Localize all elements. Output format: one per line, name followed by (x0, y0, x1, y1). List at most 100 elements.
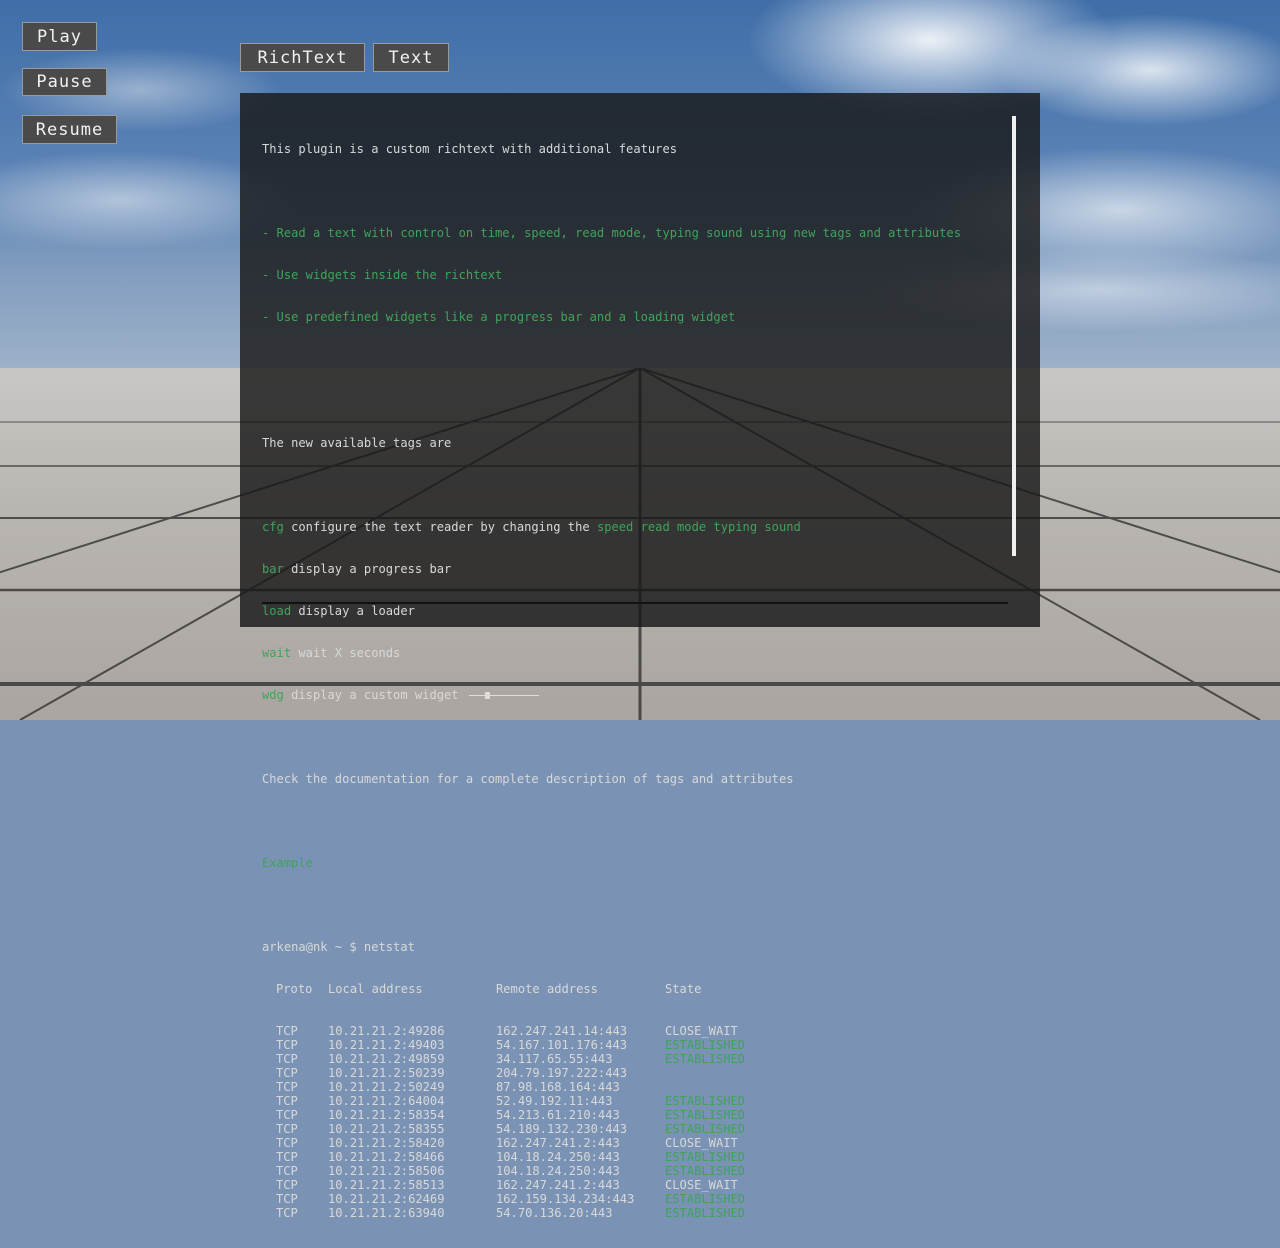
tag-description: display a custom widget (283, 688, 459, 702)
local-address-cell: 10.21.21.2:58506 (328, 1164, 445, 1178)
resume-button[interactable]: Resume (22, 115, 117, 144)
tag-description: display a progress bar (283, 562, 452, 576)
table-row: TCP 10.21.21.2:58466 104.18.24.250:443 ESTA… (262, 1150, 1007, 1164)
terminal-prompt: arkena@nk ~ $ netstat (262, 940, 415, 954)
remote-address-cell: 104.18.24.250:443 (496, 1164, 620, 1178)
local-address-cell: 10.21.21.2:50239 (328, 1066, 445, 1080)
tag-line-wdg: wdg display a custom widget (262, 688, 1007, 702)
tab-richtext[interactable]: RichText (240, 43, 365, 72)
column-header: State (665, 982, 702, 996)
tag-name: wdg (262, 688, 284, 702)
proto-cell: TCP (276, 1150, 298, 1164)
proto-cell: TCP (276, 1164, 298, 1178)
table-row: TCP 10.21.21.2:58354 54.213.61.210:443 ESTA… (262, 1108, 1007, 1122)
proto-cell: TCP (276, 1024, 298, 1038)
tag-name: wait (262, 646, 292, 660)
table-row: TCP 10.21.21.2:49403 54.167.101.176:443 EST… (262, 1038, 1007, 1052)
table-row: TCP 10.21.21.2:58513 162.247.241.2:443 CLOS… (262, 1178, 1007, 1192)
state-cell: ESTABLISHED (665, 1108, 746, 1122)
tag-attributes: speed read mode typing sound (596, 520, 801, 534)
netstat-table: TCP 10.21.21.2:49286 162.247.241.14:443 CLO… (262, 1024, 1007, 1220)
proto-cell: TCP (276, 1108, 298, 1122)
table-row: TCP 10.21.21.2:62469 162.159.134.234:443 ES… (262, 1192, 1007, 1206)
local-address-cell: 10.21.21.2:58420 (328, 1136, 445, 1150)
table-row: TCP 10.21.21.2:50249 87.98.168.164:443 (262, 1080, 1007, 1094)
proto-cell: TCP (276, 1038, 298, 1052)
remote-address-cell: 34.117.65.55:443 (496, 1052, 613, 1066)
tag-name: bar (262, 562, 284, 576)
local-address-cell: 10.21.21.2:58466 (328, 1150, 445, 1164)
state-cell: ESTABLISHED (665, 1122, 746, 1136)
table-row: TCP 10.21.21.2:58355 54.189.132.230:443 EST… (262, 1122, 1007, 1136)
slider-rail (468, 694, 539, 696)
table-row: TCP 10.21.21.2:58420 162.247.241.2:443 CLOS… (262, 1136, 1007, 1150)
local-address-cell: 10.21.21.2:58354 (328, 1108, 445, 1122)
state-cell: CLOSE_WAIT (665, 1178, 738, 1192)
tag-line-cfg: cfg configure the text reader by changin… (262, 520, 1007, 534)
remote-address-cell: 87.98.168.164:443 (496, 1080, 620, 1094)
remote-address-cell: 54.70.136.20:443 (496, 1206, 613, 1220)
local-address-cell: 10.21.21.2:64004 (328, 1094, 445, 1108)
state-cell: CLOSE_WAIT (665, 1136, 738, 1150)
table-header: Proto Local address Remote address State (262, 982, 1007, 996)
tag-line-bar: bar display a progress bar (262, 562, 1007, 576)
remote-address-cell: 162.247.241.2:443 (496, 1136, 620, 1150)
richtext-panel: This plugin is a custom richtext with ad… (240, 93, 1040, 1220)
tab-text[interactable]: Text (373, 43, 449, 72)
tag-description: wait X seconds (291, 646, 401, 660)
local-address-cell: 10.21.21.2:49403 (328, 1038, 445, 1052)
remote-address-cell: 162.159.134.234:443 (496, 1192, 635, 1206)
table-row: TCP 10.21.21.2:58506 104.18.24.250:443 ESTA… (262, 1164, 1007, 1178)
proto-cell: TCP (276, 1094, 298, 1108)
column-header: Proto (276, 982, 313, 996)
feature-item: - Use predefined widgets like a progress… (262, 310, 736, 324)
tag-line-load: load display a loader (262, 604, 1007, 618)
pause-button[interactable]: Pause (22, 68, 107, 96)
divider (262, 602, 1008, 604)
tags-heading: The new available tags are (262, 436, 452, 450)
proto-cell: TCP (276, 1080, 298, 1094)
tag-description: configure the text reader by changing th… (283, 520, 597, 534)
remote-address-cell: 52.49.192.11:443 (496, 1094, 613, 1108)
feature-item: - Read a text with control on time, spee… (262, 226, 961, 240)
example-label: Example (262, 856, 313, 870)
column-header: Local address (328, 982, 423, 996)
column-header: Remote address (496, 982, 598, 996)
slider-knob[interactable] (484, 691, 490, 699)
proto-cell: TCP (276, 1206, 298, 1220)
state-cell: ESTABLISHED (665, 1192, 746, 1206)
tag-name: cfg (262, 520, 284, 534)
proto-cell: TCP (276, 1122, 298, 1136)
custom-widget-slider[interactable] (468, 691, 539, 701)
table-row: TCP 10.21.21.2:49859 34.117.65.55:443 ESTAB… (262, 1052, 1007, 1066)
proto-cell: TCP (276, 1052, 298, 1066)
state-cell: ESTABLISHED (665, 1206, 746, 1220)
remote-address-cell: 162.247.241.2:443 (496, 1178, 620, 1192)
proto-cell: TCP (276, 1136, 298, 1150)
remote-address-cell: 104.18.24.250:443 (496, 1150, 620, 1164)
local-address-cell: 10.21.21.2:50249 (328, 1080, 445, 1094)
local-address-cell: 10.21.21.2:49859 (328, 1052, 445, 1066)
play-button[interactable]: Play (22, 22, 97, 51)
remote-address-cell: 54.189.132.230:443 (496, 1122, 628, 1136)
local-address-cell: 10.21.21.2:58355 (328, 1122, 445, 1136)
local-address-cell: 10.21.21.2:62469 (328, 1192, 445, 1206)
tag-name: load (262, 604, 292, 618)
richtext-content: This plugin is a custom richtext with ad… (262, 114, 1007, 1248)
table-row: TCP 10.21.21.2:49286 162.247.241.14:443 CLO… (262, 1024, 1007, 1038)
local-address-cell: 10.21.21.2:49286 (328, 1024, 445, 1038)
table-row: TCP 10.21.21.2:64004 52.49.192.11:443 ESTAB… (262, 1094, 1007, 1108)
state-cell: ESTABLISHED (665, 1038, 746, 1052)
state-cell: ESTABLISHED (665, 1094, 746, 1108)
scrollbar[interactable] (1012, 116, 1016, 556)
state-cell: ESTABLISHED (665, 1164, 746, 1178)
remote-address-cell: 54.213.61.210:443 (496, 1108, 620, 1122)
proto-cell: TCP (276, 1192, 298, 1206)
intro-text: This plugin is a custom richtext with ad… (262, 142, 678, 156)
local-address-cell: 10.21.21.2:58513 (328, 1178, 445, 1192)
tag-line-wait: wait wait X seconds (262, 646, 1007, 660)
feature-item: - Use widgets inside the richtext (262, 268, 503, 282)
remote-address-cell: 162.247.241.14:443 (496, 1024, 628, 1038)
tag-description: display a loader (291, 604, 415, 618)
state-cell: CLOSE_WAIT (665, 1024, 738, 1038)
